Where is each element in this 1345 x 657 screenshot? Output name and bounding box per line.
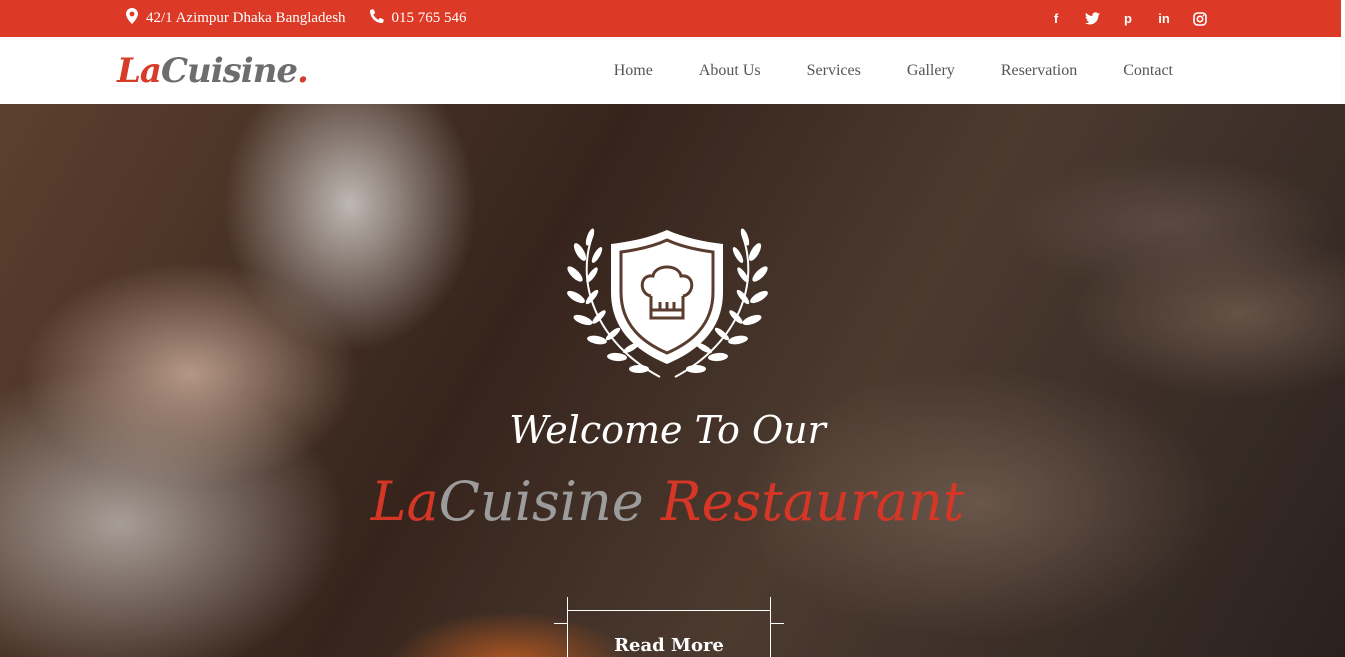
read-more-button[interactable]: Read More [554, 597, 784, 657]
button-corner-decoration [567, 597, 568, 611]
twitter-icon[interactable] [1084, 11, 1100, 27]
site-logo[interactable]: LaCuisine. [117, 51, 309, 91]
phone-text: 015 765 546 [391, 10, 467, 26]
read-more-label: Read More [614, 635, 724, 656]
social-links: f p in [1048, 0, 1208, 37]
logo-part-cuisine: Cuisine [160, 51, 298, 91]
hero-brand-restaurant: Restaurant [660, 470, 965, 533]
phone[interactable]: 015 765 546 [369, 9, 467, 28]
hero-section: Welcome To Our LaCuisine Restaurant Read… [0, 104, 1345, 657]
facebook-icon[interactable]: f [1048, 11, 1064, 27]
nav-gallery[interactable]: Gallery [884, 62, 978, 80]
hero-welcome-text: Welcome To Our [509, 408, 826, 452]
pinterest-icon[interactable]: p [1120, 11, 1136, 27]
logo-dot: . [297, 51, 309, 91]
instagram-icon[interactable] [1192, 11, 1208, 27]
chef-emblem-icon [567, 228, 768, 378]
hero-brand-heading: LaCuisine Restaurant [0, 470, 1335, 533]
nav-home[interactable]: Home [591, 62, 676, 80]
nav-about-us[interactable]: About Us [676, 62, 784, 80]
top-bar: 42/1 Azimpur Dhaka Bangladesh 015 765 54… [0, 0, 1341, 37]
contact-info: 42/1 Azimpur Dhaka Bangladesh 015 765 54… [126, 0, 467, 37]
hero-brand-la: La [370, 470, 439, 533]
nav-contact[interactable]: Contact [1100, 62, 1196, 80]
nav-menu: Home About Us Services Gallery Reservati… [591, 37, 1196, 104]
nav-reservation[interactable]: Reservation [978, 62, 1100, 80]
nav-services[interactable]: Services [784, 62, 884, 80]
logo-part-la: La [117, 51, 162, 91]
address-text: 42/1 Azimpur Dhaka Bangladesh [146, 10, 346, 26]
button-corner-decoration [770, 623, 784, 624]
linkedin-icon[interactable]: in [1156, 11, 1172, 27]
main-navbar: LaCuisine. Home About Us Services Galler… [0, 37, 1341, 104]
phone-icon [369, 9, 384, 28]
hero-brand-cuisine: Cuisine [438, 470, 644, 533]
button-corner-decoration [554, 623, 568, 624]
address: 42/1 Azimpur Dhaka Bangladesh [126, 8, 346, 29]
map-pin-icon [126, 8, 138, 29]
button-corner-decoration [770, 597, 771, 611]
